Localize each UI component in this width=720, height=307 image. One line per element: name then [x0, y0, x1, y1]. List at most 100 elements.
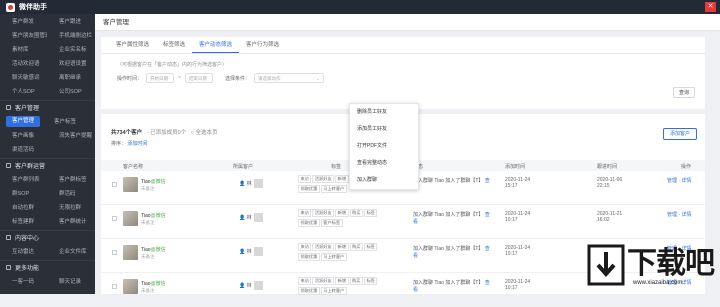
sidebar-item[interactable]: 自动拉群: [0, 203, 47, 211]
customer-tag: 活跃好友: [312, 243, 335, 251]
dynamic-text: 加入群聊 Tiao 加入了群聊【T】: [413, 212, 484, 218]
sidebar-item[interactable]: 企业文件库: [47, 247, 94, 255]
avatar: [123, 245, 138, 260]
condition-label: 选择条件：: [224, 75, 250, 82]
row-checkbox[interactable]: [112, 250, 117, 255]
sidebar-item[interactable]: 客户画像: [0, 131, 47, 139]
sidebar-section-group[interactable]: 客户群运营: [0, 158, 95, 172]
select-all-checkbox[interactable]: ○ 全选本页: [191, 130, 218, 136]
col-owner: 所属客户: [233, 164, 254, 170]
add-time: 2020-11-24 10:17: [505, 279, 531, 291]
dropdown-option[interactable]: 加入群聊: [350, 172, 418, 189]
dynamic-cell: 加入群聊 Tiao 加入了群聊【T】 查看: [413, 279, 493, 293]
sidebar-item[interactable]: 客户跟进: [47, 17, 94, 25]
row-checkbox[interactable]: [112, 284, 117, 289]
owner-name: 林: [246, 248, 252, 255]
sidebar-item[interactable]: 企业实名标: [47, 45, 94, 53]
sidebar-item[interactable]: 客户朋友圈管理: [0, 31, 47, 39]
filter-hint: （可根据客户在「客户动态」内的行为筛选客户）: [117, 62, 228, 68]
title-bar: 微伴助手 ✕: [0, 0, 720, 14]
sidebar-item[interactable]: 无限拉群: [47, 203, 94, 211]
sort-row: 排序： 添加时间: [111, 140, 147, 147]
dropdown-option[interactable]: 添加员工好友: [350, 121, 418, 138]
sidebar-item[interactable]: 互动雷达: [0, 247, 47, 255]
sidebar-item[interactable]: 素材库: [0, 45, 47, 53]
sidebar-item[interactable]: 群活码: [47, 189, 94, 197]
close-icon[interactable]: ✕: [705, 2, 716, 12]
row-checkbox[interactable]: [112, 216, 117, 221]
sidebar-item[interactable]: 客户群统计: [47, 217, 94, 225]
row-actions[interactable]: 管理 · 详情: [667, 211, 691, 218]
query-button[interactable]: 查询: [673, 87, 695, 98]
wechat-tag: @微信: [150, 247, 166, 253]
table-row[interactable]: Tiao@微信 未备注 👤 林 来访 活跃好友 新增 购买 标签领取优惠 客户标签 加入群聊 Ti…: [101, 205, 705, 239]
sidebar-item[interactable]: 聊天记录: [47, 277, 94, 285]
sidebar-item[interactable]: 聊天敏感词: [0, 73, 47, 81]
sidebar-item[interactable]: 渠道活码: [0, 145, 47, 153]
filter-tabs: 客户属性筛选 标签筛选 客户动态筛选 客户行为筛选: [101, 37, 705, 54]
follow-time: 2020-11-21 16:02: [597, 211, 623, 223]
tab-filter-3[interactable]: 客户行为筛选: [239, 39, 286, 53]
sidebar-item[interactable]: 流失客户提醒: [47, 131, 94, 139]
sidebar-row: 客户朋友圈管理 手机端侧边栏: [0, 28, 95, 42]
customer-name[interactable]: Tiao@微信: [141, 178, 166, 185]
tab-filter-0[interactable]: 客户属性筛选: [109, 39, 156, 53]
add-customer-button[interactable]: 添加客户: [663, 128, 697, 140]
tab-filter-1[interactable]: 标签筛选: [156, 39, 192, 53]
filter-panel: 客户属性筛选 标签筛选 客户动态筛选 客户行为筛选 （可根据客户在「客户动态」内的行为…: [101, 37, 705, 109]
sort-select[interactable]: 添加时间: [127, 141, 147, 147]
customer-tag: 马上转客户: [320, 252, 347, 261]
sidebar-item[interactable]: 手机端侧边栏: [47, 31, 94, 39]
sidebar-item[interactable]: 离职继承: [47, 73, 94, 81]
sidebar-item[interactable]: 活动欢迎语: [0, 59, 47, 67]
sidebar-section-content[interactable]: 内容中心: [0, 230, 95, 244]
customer-name-text: Tiao: [141, 213, 151, 219]
condition-select[interactable]: 请选择动作 ⌄: [253, 73, 324, 83]
section-icon: [6, 265, 11, 270]
tag-list: 来访活跃好友新增购买标签领取优惠马上转客户: [298, 243, 398, 262]
sidebar-item[interactable]: 客户群发: [0, 17, 47, 25]
owner-avatar: [253, 247, 263, 256]
customer-name[interactable]: Tiao@微信: [141, 280, 166, 287]
customer-remark: 未备注: [141, 220, 155, 225]
owner-cell: 👤 林: [239, 247, 263, 256]
tag-list: 来访 活跃好友 新增 购买 标签领取优惠 客户标签: [298, 209, 398, 228]
dropdown-option[interactable]: 删除员工好友: [350, 104, 418, 121]
sidebar-item[interactable]: 公司SOP: [47, 87, 94, 95]
tab-filter-2[interactable]: 客户动态筛选: [192, 39, 240, 53]
sidebar-section-customer[interactable]: 客户管理: [0, 100, 95, 114]
sidebar-item[interactable]: 欢迎语设置: [47, 59, 94, 67]
sidebar-item[interactable]: 客户管理: [6, 115, 40, 127]
sidebar-section-more[interactable]: 更多功能: [0, 260, 95, 274]
sidebar-item[interactable]: 标签建群: [0, 217, 47, 225]
customer-remark: 未备注: [141, 186, 155, 191]
dropdown-option[interactable]: 打开PDF文件: [350, 138, 418, 155]
end-date-input[interactable]: 结束日期: [184, 73, 213, 83]
sidebar-row: 客户管理 客户标签: [0, 114, 95, 128]
row-actions[interactable]: 管理 · 详情: [667, 177, 691, 184]
add-time: 2020-11-24 10:17: [505, 245, 531, 257]
sidebar-item[interactable]: 群SOP: [0, 189, 47, 197]
dynamic-text: 加入群聊 Tiao 加入了群聊【T】: [413, 178, 484, 184]
owner-name: 林: [246, 282, 252, 289]
app-title: 微伴助手: [19, 4, 47, 11]
customer-tag: 领取优惠: [298, 252, 320, 261]
sidebar-item[interactable]: 个人SOP: [0, 87, 47, 95]
sidebar-item[interactable]: 客户标签: [42, 117, 89, 125]
col-ops: 操作: [681, 164, 692, 170]
date-separator: ~: [178, 75, 181, 81]
loaded-count: · 已添加成员0个: [146, 130, 187, 136]
sidebar-item[interactable]: 客户群标签: [47, 175, 94, 183]
col-add-time: 添加时间: [505, 164, 526, 170]
customer-name[interactable]: Tiao@微信: [141, 246, 166, 253]
customer-tag: 购买: [349, 277, 363, 285]
start-date-input[interactable]: 开始日期: [146, 73, 175, 83]
col-name: 客户名称: [123, 164, 144, 170]
customer-name[interactable]: Tiao@微信: [141, 212, 166, 219]
customer-tag: 购买: [349, 209, 363, 217]
sidebar-item[interactable]: 一客一码: [0, 277, 47, 285]
row-checkbox[interactable]: [112, 182, 117, 187]
sidebar-item[interactable]: 客户群列表: [0, 175, 47, 183]
dropdown-option[interactable]: 查看完整动态: [350, 155, 418, 172]
sidebar-row: 渠道活码: [0, 142, 95, 156]
